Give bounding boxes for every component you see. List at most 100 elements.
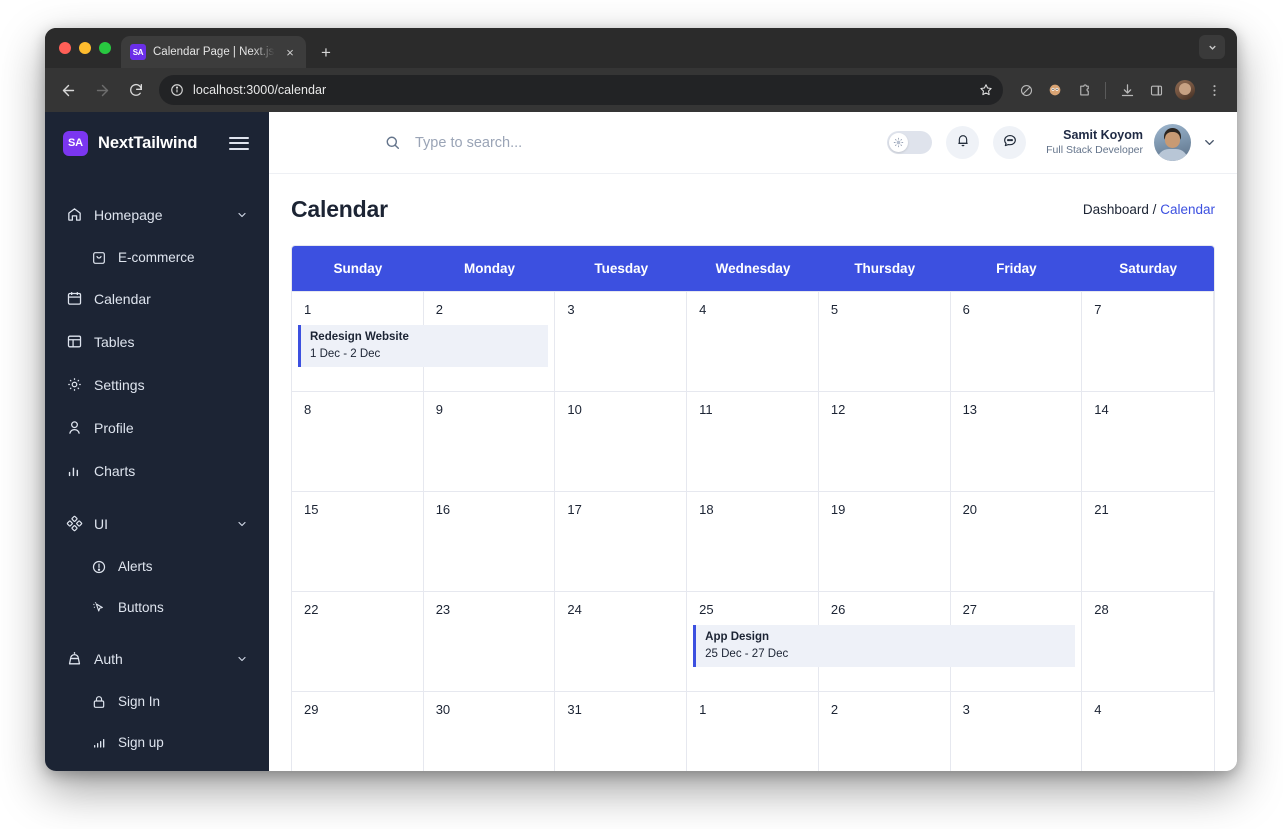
sidebar-item-buttons[interactable]: Buttons — [45, 589, 269, 626]
calendar-day-cell[interactable]: 4 — [1082, 692, 1214, 771]
calendar-day-cell[interactable]: 3 — [951, 692, 1083, 771]
breadcrumb-current[interactable]: Calendar — [1160, 202, 1215, 217]
calendar-day-cell[interactable]: 23 — [424, 592, 556, 691]
close-tab-icon[interactable]: × — [282, 44, 298, 60]
calendar-week-row: 15 16 17 18 19 20 21 — [292, 491, 1214, 591]
sidebar-item-alerts[interactable]: Alerts — [45, 548, 269, 585]
breadcrumb: Dashboard / Calendar — [1083, 202, 1215, 217]
calendar-day-cell[interactable]: 30 — [424, 692, 556, 771]
sidebar-item-calendar[interactable]: Calendar — [45, 280, 269, 317]
address-bar[interactable]: localhost:3000/calendar — [159, 75, 1003, 105]
bookmark-star-icon[interactable] — [975, 79, 997, 101]
maximize-window-button[interactable] — [99, 42, 111, 54]
calendar-day-cell[interactable]: 29 — [292, 692, 424, 771]
extension-face-icon[interactable] — [1042, 77, 1068, 103]
calendar-day-cell[interactable]: 22 — [292, 592, 424, 691]
calendar-day-cell[interactable]: 13 — [951, 392, 1083, 491]
avatar[interactable] — [1154, 124, 1191, 161]
calendar-day-cell[interactable]: 15 — [292, 492, 424, 591]
minimize-window-button[interactable] — [79, 42, 91, 54]
back-button[interactable] — [53, 75, 83, 105]
breadcrumb-parent[interactable]: Dashboard / — [1083, 202, 1157, 217]
sidebar-item-sign-up[interactable]: Sign up — [45, 724, 269, 761]
sidebar-item-auth[interactable]: Auth — [45, 640, 269, 677]
browser-toolbar: localhost:3000/calendar — [45, 68, 1237, 112]
download-icon[interactable] — [1114, 77, 1140, 103]
sidebar-item-profile[interactable]: Profile — [45, 409, 269, 446]
calendar-day-cell[interactable]: 18 — [687, 492, 819, 591]
user-menu[interactable]: Samit Koyom Full Stack Developer — [1046, 124, 1217, 161]
calendar-day-cell[interactable]: 10 — [555, 392, 688, 491]
tracking-protection-icon[interactable] — [1013, 77, 1039, 103]
site-info-icon[interactable] — [170, 83, 184, 97]
calendar-event[interactable]: Redesign Website 1 Dec - 2 Dec — [298, 325, 549, 367]
browser-tabstrip: SA Calendar Page | Next.js E-com × + — [45, 28, 1237, 68]
chevron-down-icon[interactable] — [1202, 135, 1217, 150]
sidebar-nav: Homepage E-commerce Calendar Tables Sett… — [45, 174, 269, 761]
bell-icon — [955, 132, 971, 153]
calendar-day-cell[interactable]: 24 — [555, 592, 688, 691]
calendar-event-range: 25 Dec - 27 Dec — [705, 647, 789, 660]
gear-icon — [65, 376, 83, 394]
search-input[interactable] — [415, 134, 715, 151]
calendar-week-row: 29 30 31 1 2 3 4 — [292, 691, 1214, 771]
calendar-day-cell[interactable]: 17 — [555, 492, 688, 591]
calendar-day-cell[interactable]: 31 — [555, 692, 688, 771]
sidebar-item-charts[interactable]: Charts — [45, 452, 269, 489]
calendar-day-cell[interactable]: 9 — [424, 392, 556, 491]
sidebar-item-homepage[interactable]: Homepage — [45, 196, 269, 233]
sidebar-toggle-icon[interactable] — [229, 136, 249, 150]
app-header: Samit Koyom Full Stack Developer — [269, 112, 1237, 174]
calendar-day-cell[interactable]: 12 — [819, 392, 951, 491]
sidebar-item-settings[interactable]: Settings — [45, 366, 269, 403]
sidebar-item-tables[interactable]: Tables — [45, 323, 269, 360]
new-tab-button[interactable]: + — [312, 38, 340, 66]
chevron-down-icon[interactable] — [1199, 35, 1225, 59]
sidebar-item-sign-in[interactable]: Sign In — [45, 683, 269, 720]
calendar-day-cell[interactable]: 16 — [424, 492, 556, 591]
grid-dots-icon — [65, 515, 83, 533]
chevron-down-icon[interactable] — [235, 209, 249, 221]
reload-button[interactable] — [121, 75, 151, 105]
sidebar-item-ecommerce[interactable]: E-commerce — [45, 239, 269, 276]
calendar-day-cell[interactable]: 11 — [687, 392, 819, 491]
extensions-puzzle-icon[interactable] — [1071, 77, 1097, 103]
calendar-day-cell[interactable]: 1 — [687, 692, 819, 771]
messages-button[interactable] — [993, 126, 1027, 159]
sidebar-item-ui[interactable]: UI — [45, 505, 269, 542]
chevron-down-icon[interactable] — [235, 518, 249, 530]
calendar-day-cell[interactable]: 20 — [951, 492, 1083, 591]
calendar-day-number: 7 — [1094, 302, 1102, 317]
notifications-button[interactable] — [946, 126, 980, 159]
sidebar-item-label: Profile — [94, 419, 134, 436]
sidebar-item-label: Sign up — [118, 735, 164, 750]
calendar-day-cell[interactable]: 7 — [1082, 292, 1214, 391]
calendar-day-cell[interactable]: 5 — [819, 292, 951, 391]
theme-toggle[interactable] — [887, 131, 933, 154]
calendar-event[interactable]: App Design 25 Dec - 27 Dec — [693, 625, 1076, 667]
calendar-day-cell[interactable]: 21 — [1082, 492, 1214, 591]
calendar-day-cell[interactable]: 3 — [555, 292, 688, 391]
sidebar-brand[interactable]: SA NextTailwind — [45, 112, 269, 174]
calendar-day-number: 19 — [830, 502, 846, 517]
calendar-day-cell[interactable]: 28 — [1082, 592, 1214, 691]
calendar-day-number: 12 — [830, 402, 846, 417]
browser-menu-icon[interactable] — [1201, 77, 1227, 103]
calendar-day-cell[interactable]: 19 — [819, 492, 951, 591]
calendar-day-cell[interactable]: 6 — [951, 292, 1083, 391]
user-name: Samit Koyom — [1063, 128, 1143, 143]
calendar-day-cell[interactable]: 4 — [687, 292, 819, 391]
forward-button[interactable] — [87, 75, 117, 105]
browser-profile-avatar[interactable] — [1172, 77, 1198, 103]
close-window-button[interactable] — [59, 42, 71, 54]
calendar-day-cell[interactable]: 8 — [292, 392, 424, 491]
search-icon[interactable] — [384, 134, 401, 151]
weekday-header: Monday — [464, 261, 516, 276]
auth-icon — [65, 650, 83, 668]
calendar-day-cell[interactable]: 2 — [819, 692, 951, 771]
side-panel-icon[interactable] — [1143, 77, 1169, 103]
page-title: Calendar — [291, 196, 388, 222]
chevron-down-icon[interactable] — [235, 653, 249, 665]
calendar-day-cell[interactable]: 14 — [1082, 392, 1214, 491]
browser-tab[interactable]: SA Calendar Page | Next.js E-com × — [121, 36, 306, 68]
